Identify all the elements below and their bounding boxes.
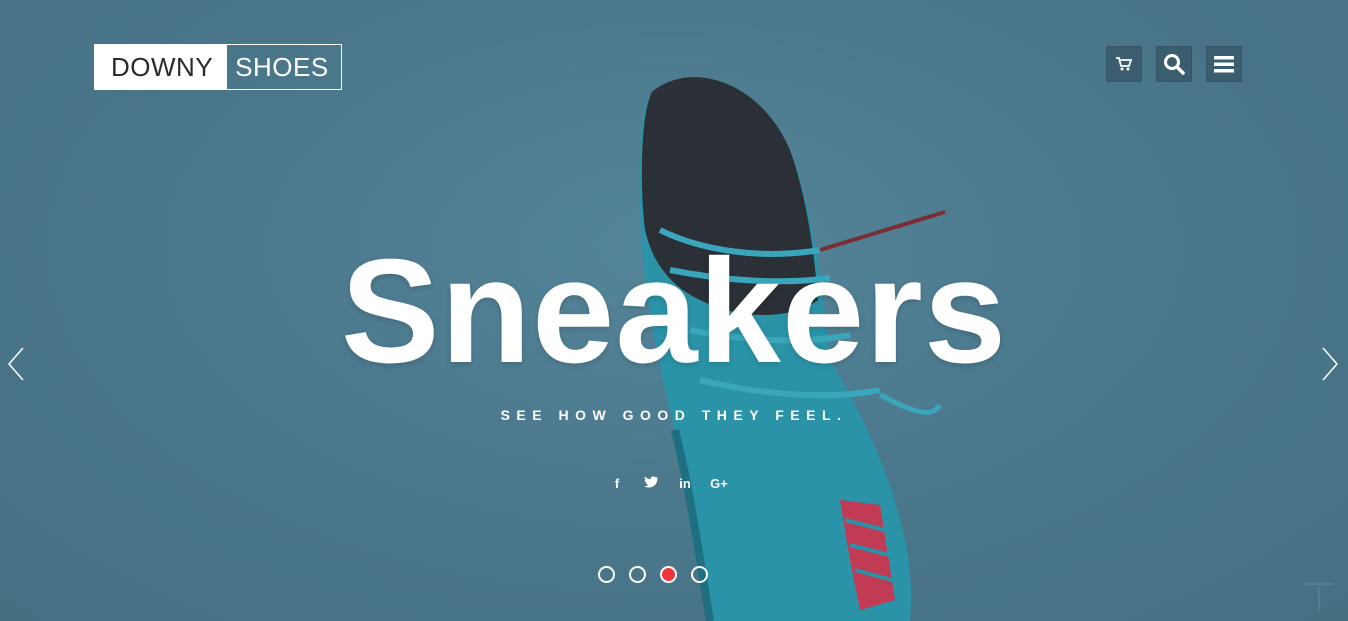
- menu-button[interactable]: [1206, 46, 1242, 82]
- search-button[interactable]: [1156, 46, 1192, 82]
- slide-dot-2[interactable]: [629, 566, 646, 583]
- arrow-up-icon: [1304, 583, 1334, 611]
- search-icon: [1164, 54, 1185, 75]
- social-links: f in G+: [600, 476, 736, 491]
- twitter-link[interactable]: [634, 476, 668, 491]
- slide-pagination: [598, 566, 708, 583]
- slide-dot-1[interactable]: [598, 566, 615, 583]
- hero-headline: Sneakers: [340, 229, 1008, 394]
- slide-dot-3-active[interactable]: [660, 566, 677, 583]
- cart-button[interactable]: [1106, 46, 1142, 82]
- brand-name-shoes: SHOES: [226, 44, 342, 90]
- slide-dot-4[interactable]: [691, 566, 708, 583]
- cart-icon: [1116, 57, 1133, 71]
- header-actions: [1106, 46, 1242, 82]
- brand-logo[interactable]: DOWNY SHOES: [94, 44, 342, 90]
- linkedin-link[interactable]: in: [668, 476, 702, 491]
- back-to-top-button[interactable]: [1302, 583, 1336, 613]
- facebook-link[interactable]: f: [600, 476, 634, 491]
- google-plus-link[interactable]: G+: [702, 476, 736, 491]
- hero-tagline: SEE HOW GOOD THEY FEEL.: [500, 407, 848, 423]
- menu-icon: [1214, 56, 1234, 73]
- brand-name-downy: DOWNY: [94, 44, 227, 90]
- twitter-icon: [644, 476, 659, 488]
